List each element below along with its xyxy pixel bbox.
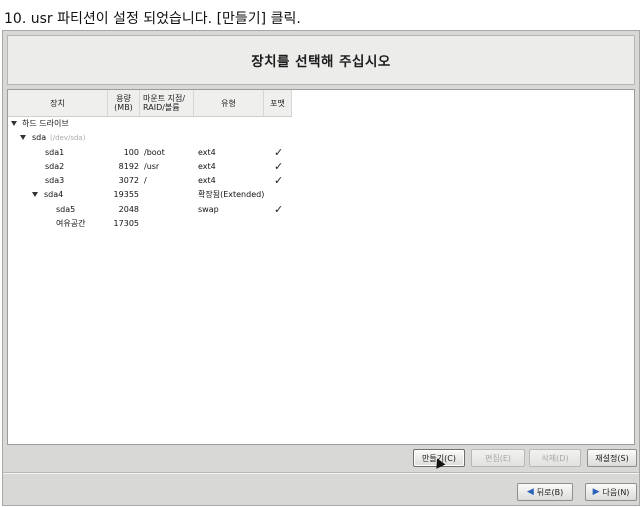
- delete-button[interactable]: 삭제(D): [529, 449, 581, 467]
- page-header: 장치를 선택해 주십시오: [7, 35, 635, 85]
- column-header-size[interactable]: 용량 (MB): [108, 90, 140, 116]
- tree-node-hard-drives[interactable]: 하드 드라이브: [8, 117, 308, 131]
- arrow-right-icon: ▶: [592, 487, 600, 497]
- table-row[interactable]: 여유공간 17305: [8, 217, 308, 231]
- table-row[interactable]: sda2 8192 /usr ext4 ✓: [8, 160, 308, 174]
- reset-button[interactable]: 재설정(S): [587, 449, 637, 467]
- back-button[interactable]: ◀ 뒤로(B): [517, 483, 573, 501]
- column-header-device[interactable]: 장치: [8, 90, 108, 116]
- column-header-type[interactable]: 유형: [194, 90, 264, 116]
- table-row[interactable]: sda4 19355 확장됨(Extended): [8, 188, 308, 202]
- page-title: 장치를 선택해 주십시오: [251, 54, 391, 70]
- installer-window: 장치를 선택해 주십시오 장치 용량 (MB) 마운트 지점/ RAID/볼륨 …: [2, 30, 640, 506]
- format-check-icon: ✓: [274, 203, 284, 216]
- expander-icon[interactable]: [20, 131, 29, 145]
- expander-icon[interactable]: [32, 188, 41, 202]
- table-row[interactable]: sda1 100 /boot ext4 ✓: [8, 146, 308, 160]
- column-header-format[interactable]: 포맷: [264, 90, 292, 116]
- edit-button[interactable]: 편집(E): [471, 449, 525, 467]
- instruction-caption: 10. usr 파티션이 설정 되었습니다. [만들기] 클릭.: [4, 11, 301, 27]
- table-row[interactable]: sda3 3072 / ext4 ✓: [8, 174, 308, 188]
- format-check-icon: ✓: [274, 174, 284, 187]
- divider: [3, 472, 639, 474]
- format-check-icon: ✓: [274, 160, 284, 173]
- table-row[interactable]: sda5 2048 swap ✓: [8, 203, 308, 217]
- partition-tree-view[interactable]: 장치 용량 (MB) 마운트 지점/ RAID/볼륨 유형 포맷 하드 드라이브: [7, 89, 635, 445]
- expander-icon[interactable]: [11, 117, 20, 131]
- format-check-icon: ✓: [274, 146, 284, 159]
- column-header-mount[interactable]: 마운트 지점/ RAID/볼륨: [140, 90, 194, 116]
- arrow-left-icon: ◀: [526, 487, 534, 497]
- next-button[interactable]: ▶ 다음(N): [585, 483, 637, 501]
- table-header: 장치 용량 (MB) 마운트 지점/ RAID/볼륨 유형 포맷: [8, 90, 292, 117]
- tree-node-sda[interactable]: sda (/dev/sda): [8, 131, 308, 145]
